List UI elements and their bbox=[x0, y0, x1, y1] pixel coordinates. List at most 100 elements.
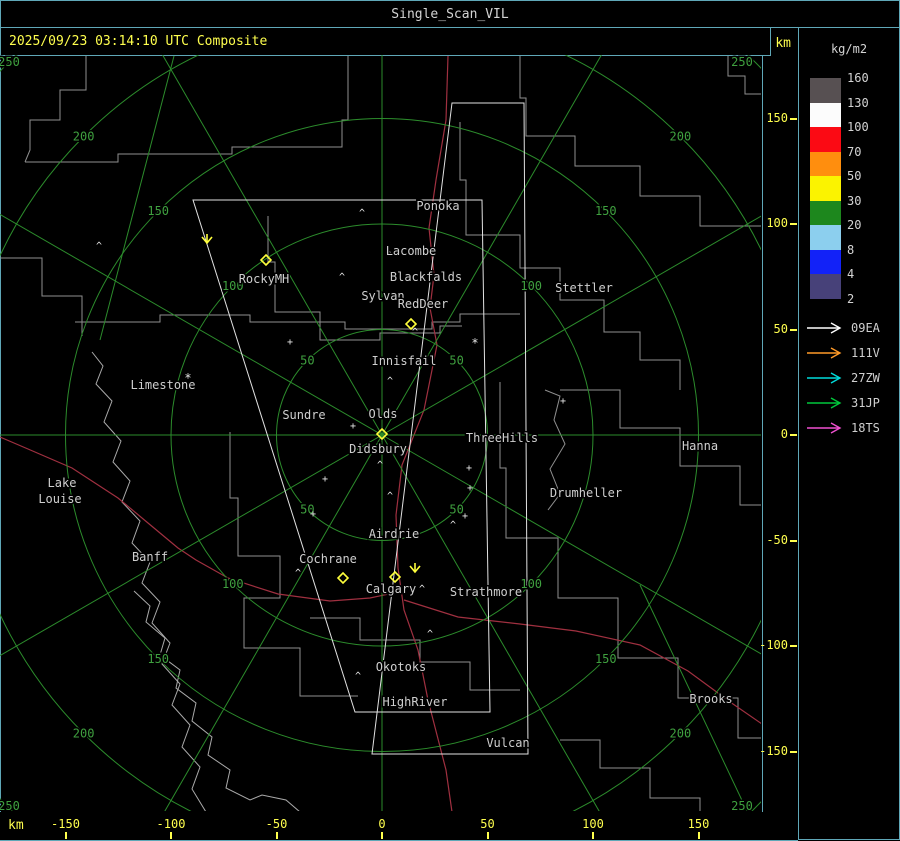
caret-marker: ^ bbox=[387, 491, 393, 502]
x-tick-mark bbox=[64, 832, 67, 839]
ring-distance-label: 100 bbox=[520, 577, 542, 591]
colorbar-block bbox=[810, 102, 841, 127]
radar-map: 50 5050 50100 100100 100150 150150 150200 20020… bbox=[0, 55, 761, 811]
radar-legend-row: 09EA bbox=[799, 321, 899, 335]
colorbar-block bbox=[810, 78, 841, 103]
y-tick-label: 0 bbox=[780, 427, 788, 441]
radar-site-id: 09EA bbox=[851, 321, 880, 335]
city-label: Strathmore bbox=[450, 585, 522, 599]
colorbar-threshold-label: 100 bbox=[847, 120, 869, 134]
caret-marker: ^ bbox=[377, 460, 383, 471]
caret-marker: ^ bbox=[295, 568, 301, 579]
radar-arrow-icon bbox=[807, 422, 842, 434]
y-tick-mark bbox=[790, 434, 797, 436]
caret-marker: ^ bbox=[359, 208, 365, 219]
radar-arrow-icon bbox=[807, 372, 842, 384]
ring-distance-label: 100 bbox=[222, 577, 244, 591]
y-tick-label: 50 bbox=[773, 321, 788, 336]
ring-distance-label: 200 bbox=[73, 726, 95, 740]
storm-diamond-marker bbox=[336, 571, 350, 585]
colorbar-threshold-label: 2 bbox=[847, 291, 855, 306]
ring-distance-label: 150 bbox=[595, 204, 617, 218]
plus-marker: + bbox=[322, 474, 328, 485]
radar-legend-row: 111V bbox=[799, 346, 899, 360]
plus-marker: + bbox=[350, 421, 356, 432]
city-label: HighRiver bbox=[382, 695, 447, 709]
colorbar-block bbox=[810, 200, 841, 225]
ring-distance-label: 50 bbox=[300, 353, 314, 367]
radar-legend-row: 31JP bbox=[799, 396, 899, 410]
x-tick-mark bbox=[170, 832, 172, 839]
city-label: ThreeHills bbox=[466, 431, 538, 445]
ring-distance-label: 100 bbox=[520, 279, 542, 293]
azimuth-spoke bbox=[381, 434, 761, 655]
radar-site-id: 18TS bbox=[851, 421, 880, 435]
caret-marker: ^ bbox=[355, 671, 361, 682]
city-label: Brooks bbox=[689, 692, 732, 706]
radar-arrow-icon bbox=[807, 397, 842, 409]
city-label: Sundre bbox=[282, 408, 325, 422]
city-label: Blackfalds bbox=[390, 270, 462, 284]
ring-distance-label: 150 bbox=[147, 204, 169, 218]
y-tick-mark bbox=[790, 539, 797, 542]
city-label: Louise bbox=[38, 492, 81, 506]
colorbar-block bbox=[810, 249, 841, 274]
ring-distance-label: 200 bbox=[670, 726, 692, 740]
y-tick-mark bbox=[790, 645, 797, 647]
colorbar-threshold-label: 20 bbox=[847, 218, 862, 232]
graticule-line bbox=[99, 55, 175, 341]
y-tick-label: -50 bbox=[766, 532, 788, 547]
county-boundary-line bbox=[519, 56, 761, 227]
ring-distance-label: 200 bbox=[670, 130, 692, 144]
asterisk-marker: * bbox=[471, 336, 478, 350]
x-axis-unit: km bbox=[8, 818, 24, 833]
colorbar-threshold-label: 160 bbox=[847, 71, 869, 85]
ring-distance-label: 150 bbox=[595, 652, 617, 666]
x-tick-mark bbox=[486, 832, 489, 839]
county-boundary-line bbox=[24, 56, 87, 163]
mountain-divide-line bbox=[91, 351, 206, 811]
radar-site-id: 31JP bbox=[851, 396, 880, 410]
y-tick-mark bbox=[790, 328, 797, 331]
y-tick-mark bbox=[790, 223, 797, 225]
colorbar-threshold-label: 50 bbox=[847, 169, 862, 183]
y-tick-mark bbox=[790, 117, 797, 120]
caret-marker: ^ bbox=[339, 272, 345, 283]
plus-marker: + bbox=[310, 509, 316, 520]
radar-arrow-icon bbox=[807, 322, 842, 334]
colorbar-unit-label: kg/m2 bbox=[830, 42, 868, 56]
legend-panel: kg/m2 160 130 100 70 50 30 20 8 4 2 09EA 111V 27ZW 3… bbox=[798, 28, 900, 840]
radar-site-id: 27ZW bbox=[851, 371, 880, 385]
caret-marker: ^ bbox=[450, 520, 456, 531]
city-label: Airdrie bbox=[369, 527, 420, 541]
window-title: Single_Scan_VIL bbox=[391, 6, 509, 22]
x-tick-label: 150 bbox=[687, 817, 710, 831]
city-label: Stettler bbox=[555, 281, 613, 295]
radar-viewer-window: Single_Scan_VIL 2025/09/23 03:14:10 UTC … bbox=[0, 0, 900, 841]
city-label: Calgary bbox=[366, 582, 417, 596]
y-tick-label: -100 bbox=[759, 638, 788, 652]
y-axis: km 150 100 50 0 -50 -100 -150 bbox=[759, 28, 797, 812]
city-label: Banff bbox=[132, 550, 168, 564]
ring-distance-label: 250 bbox=[731, 799, 753, 811]
caret-marker: ^ bbox=[419, 584, 425, 595]
x-tick-label: -100 bbox=[156, 817, 186, 831]
city-label: Lake bbox=[48, 476, 77, 490]
colorbar-threshold-label: 130 bbox=[847, 95, 869, 110]
city-label: Innisfail bbox=[371, 354, 436, 368]
colorbar-threshold-label: 70 bbox=[847, 144, 862, 159]
colorbar-threshold-label: 30 bbox=[847, 193, 862, 208]
colorbar-block bbox=[810, 274, 841, 299]
ring-distance-label: 250 bbox=[0, 799, 20, 811]
azimuth-spoke bbox=[162, 55, 383, 436]
city-label: Lacombe bbox=[386, 244, 437, 258]
caret-marker: ^ bbox=[387, 376, 393, 387]
scan-datetime-bar: 2025/09/23 03:14:10 UTC Composite bbox=[0, 27, 771, 56]
city-label: Hanna bbox=[682, 439, 718, 453]
x-tick-mark bbox=[381, 832, 383, 839]
city-label: Cochrane bbox=[299, 552, 357, 566]
colorbar-block bbox=[810, 127, 841, 152]
highway-line bbox=[0, 436, 399, 602]
radar-arrow-icon bbox=[807, 347, 842, 359]
caret-marker: ^ bbox=[96, 241, 102, 252]
